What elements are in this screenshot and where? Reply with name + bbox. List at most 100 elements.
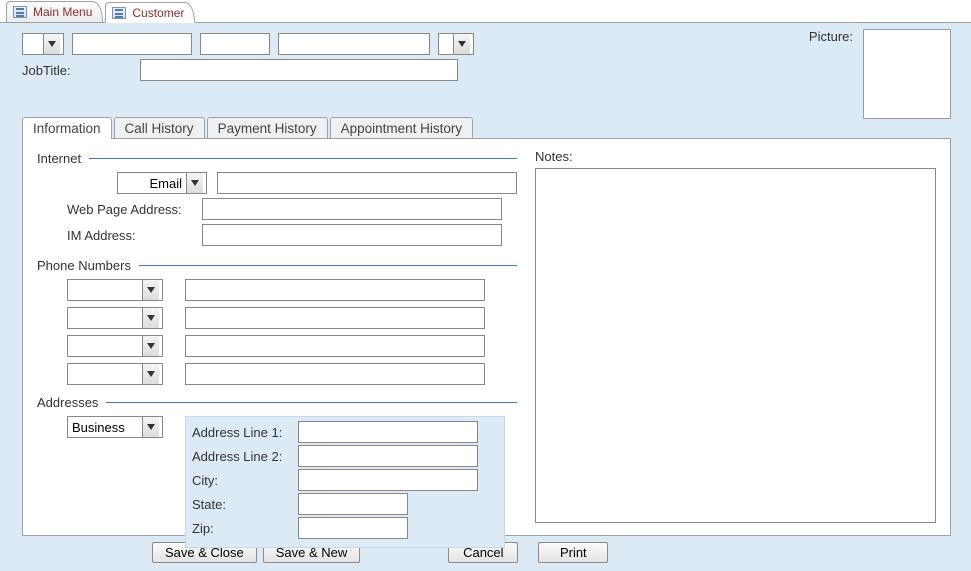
main-tab-bar: Main Menu Customer <box>0 0 971 23</box>
webpage-label: Web Page Address: <box>67 202 192 217</box>
phone-row-4 <box>37 363 517 385</box>
dropdown-button[interactable] <box>142 280 159 300</box>
im-input[interactable] <box>202 224 502 246</box>
phone-number-input[interactable] <box>185 335 485 357</box>
chevron-down-icon <box>191 180 199 186</box>
phone-row-1 <box>37 279 517 301</box>
right-column: Notes: <box>535 149 936 523</box>
phone-type-combo[interactable] <box>67 279 163 301</box>
email-row <box>37 172 517 194</box>
first-name-input[interactable] <box>72 33 192 55</box>
addr-line2-input[interactable] <box>298 445 478 467</box>
addr-state-label: State: <box>192 497 292 512</box>
dropdown-button[interactable] <box>186 173 203 193</box>
addr-line2-label: Address Line 2: <box>192 449 292 464</box>
detail-tab-bar: Information Call History Payment History… <box>22 117 951 139</box>
webpage-input[interactable] <box>202 198 502 220</box>
form-icon <box>112 7 126 19</box>
title-input[interactable] <box>23 34 43 54</box>
phone-type-input[interactable] <box>68 280 142 300</box>
phone-number-input[interactable] <box>185 307 485 329</box>
information-panel: Internet Web Page Address: <box>22 138 951 536</box>
address-line1-row: Address Line 1: <box>192 421 496 443</box>
im-label: IM Address: <box>67 228 192 243</box>
picture-box[interactable] <box>863 29 951 119</box>
phone-type-input[interactable] <box>68 364 142 384</box>
addr-city-label: City: <box>192 473 292 488</box>
addr-line1-input[interactable] <box>298 421 478 443</box>
title-combo[interactable] <box>22 33 64 55</box>
phone-type-input[interactable] <box>68 308 142 328</box>
addresses-block: Address Line 1: Address Line 2: City: <box>37 416 517 548</box>
chevron-down-icon <box>48 41 56 47</box>
dropdown-button[interactable] <box>142 336 159 356</box>
tab-information[interactable]: Information <box>22 117 112 139</box>
phone-type-input[interactable] <box>68 336 142 356</box>
suffix-input[interactable] <box>439 34 453 54</box>
phone-group-title: Phone Numbers <box>37 258 517 273</box>
group-label: Addresses <box>37 395 98 410</box>
print-button[interactable]: Print <box>538 542 608 563</box>
customer-form: JobTitle: Picture: Information Call Hist… <box>0 23 971 571</box>
dropdown-button[interactable] <box>142 364 159 384</box>
tab-label: Customer <box>132 6 184 20</box>
addresses-group-title: Addresses <box>37 395 517 410</box>
suffix-combo[interactable] <box>438 33 474 55</box>
form-icon <box>13 6 27 18</box>
divider-line <box>89 158 517 159</box>
last-name-input[interactable] <box>278 33 430 55</box>
email-type-input[interactable] <box>118 173 186 193</box>
tab-appointment-history[interactable]: Appointment History <box>330 117 474 139</box>
chevron-down-icon <box>147 343 155 349</box>
address-panel: Address Line 1: Address Line 2: City: <box>185 416 505 548</box>
dropdown-button[interactable] <box>453 34 470 54</box>
addr-city-input[interactable] <box>298 469 478 491</box>
tab-call-history[interactable]: Call History <box>114 117 205 139</box>
tab-label: Main Menu <box>33 5 92 19</box>
notes-textarea[interactable] <box>535 168 936 523</box>
dropdown-button[interactable] <box>142 417 159 437</box>
chevron-down-icon <box>147 371 155 377</box>
phone-number-input[interactable] <box>185 279 485 301</box>
dropdown-button[interactable] <box>142 308 159 328</box>
addr-state-input[interactable] <box>298 493 408 515</box>
chevron-down-icon <box>147 424 155 430</box>
tab-payment-history[interactable]: Payment History <box>207 117 328 139</box>
picture-block: Picture: <box>809 29 951 119</box>
internet-group-title: Internet <box>37 151 517 166</box>
addr-zip-input[interactable] <box>298 517 408 539</box>
address-state-row: State: <box>192 493 496 515</box>
group-label: Phone Numbers <box>37 258 131 273</box>
tab-main-menu[interactable]: Main Menu <box>6 1 103 22</box>
phone-number-input[interactable] <box>185 363 485 385</box>
divider-line <box>106 402 517 403</box>
divider-line <box>139 265 517 266</box>
jobtitle-label: JobTitle: <box>22 63 132 78</box>
im-row: IM Address: <box>37 224 517 246</box>
phone-row-3 <box>37 335 517 357</box>
chevron-down-icon <box>147 287 155 293</box>
webpage-row: Web Page Address: <box>37 198 517 220</box>
jobtitle-input[interactable] <box>140 59 458 81</box>
chevron-down-icon <box>458 41 466 47</box>
email-type-combo[interactable] <box>117 172 207 194</box>
tab-customer[interactable]: Customer <box>105 2 195 23</box>
phone-row-2 <box>37 307 517 329</box>
address-type-input[interactable] <box>68 417 142 437</box>
phone-type-combo[interactable] <box>67 307 163 329</box>
phone-type-combo[interactable] <box>67 335 163 357</box>
picture-label: Picture: <box>809 29 853 44</box>
left-column: Internet Web Page Address: <box>37 149 517 523</box>
address-city-row: City: <box>192 469 496 491</box>
phone-type-combo[interactable] <box>67 363 163 385</box>
notes-label: Notes: <box>535 149 936 164</box>
chevron-down-icon <box>147 315 155 321</box>
address-line2-row: Address Line 2: <box>192 445 496 467</box>
address-type-combo[interactable] <box>67 416 163 438</box>
middle-name-input[interactable] <box>200 33 270 55</box>
addr-line1-label: Address Line 1: <box>192 425 292 440</box>
email-input[interactable] <box>217 172 517 194</box>
addr-zip-label: Zip: <box>192 521 292 536</box>
group-label: Internet <box>37 151 81 166</box>
dropdown-button[interactable] <box>43 34 60 54</box>
